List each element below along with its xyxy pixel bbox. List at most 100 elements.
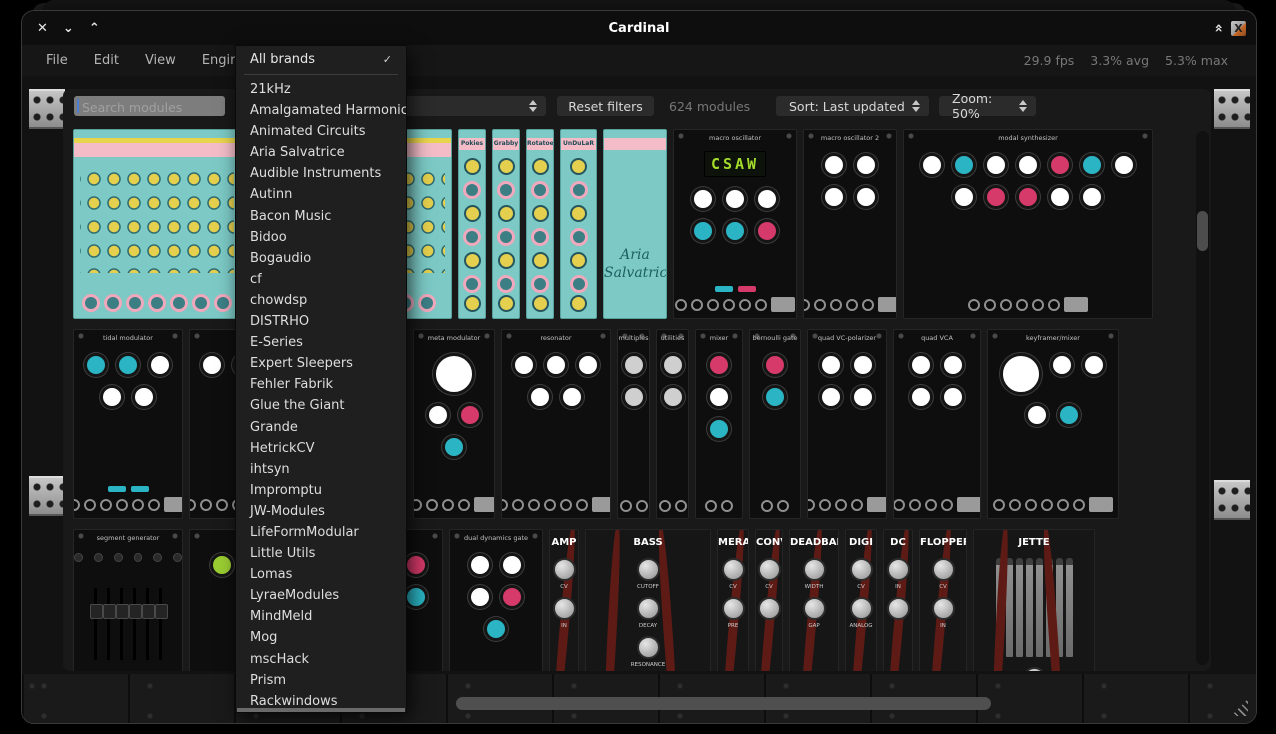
module-card[interactable]: macro oscillatorCSAW <box>673 129 797 319</box>
module-title: CONV <box>756 530 782 548</box>
module-card[interactable]: Pokies <box>458 129 486 319</box>
menu-item-brand[interactable]: Autinn <box>236 184 406 205</box>
led <box>173 553 182 562</box>
knob <box>661 385 685 409</box>
module-card[interactable]: modal synthesizer <box>903 129 1153 319</box>
module-card[interactable]: FLOPPERCVIN <box>919 529 967 671</box>
collapse-icon[interactable]: « <box>1210 23 1226 32</box>
knob <box>819 353 843 377</box>
module-card[interactable]: JETTEV/OCT <box>973 529 1095 671</box>
menu-item-brand[interactable]: E-Series <box>236 332 406 353</box>
knob-label: CUTOFF <box>586 584 710 590</box>
module-card[interactable]: Rotatoes <box>526 129 554 319</box>
menu-item-brand[interactable]: DISTRHO <box>236 311 406 332</box>
module-card[interactable]: Aria Salvatrice <box>603 129 667 319</box>
menu-item-brand[interactable]: Impromptu <box>236 480 406 501</box>
port <box>512 499 524 511</box>
module-card[interactable]: DCIN <box>883 529 913 671</box>
menu-item-brand[interactable]: 21kHz <box>236 79 406 100</box>
menu-item-brand[interactable]: LyraeModules <box>236 585 406 606</box>
module-card[interactable]: bernoulli gate <box>749 329 801 519</box>
menu-item-brand[interactable]: Bogaudio <box>236 248 406 269</box>
search-field[interactable] <box>74 96 225 116</box>
module-card[interactable]: Grabby <box>492 129 520 319</box>
port <box>705 500 717 512</box>
menu-item-brand[interactable]: Bidoo <box>236 227 406 248</box>
port <box>73 499 80 511</box>
menu-item-brand[interactable]: Little Utils <box>236 543 406 564</box>
module-card[interactable]: CONVCV <box>755 529 783 671</box>
port <box>170 294 188 312</box>
menu-scroll-indicator <box>237 708 405 712</box>
reset-filters-button[interactable]: Reset filters <box>557 96 654 116</box>
knob-label: CV <box>846 584 876 590</box>
port <box>84 499 96 511</box>
menu-item-brand[interactable]: LifeFormModular <box>236 522 406 543</box>
knob <box>1080 185 1104 209</box>
led <box>153 553 162 562</box>
module-card[interactable]: quad VC-polarizer <box>807 329 887 519</box>
menu-item-brand[interactable]: Amalgamated Harmonics <box>236 100 406 121</box>
menu-item-all-brands[interactable]: All brands ✓ <box>236 46 406 72</box>
menu-item-brand[interactable]: Bacon Music <box>236 206 406 227</box>
menu-item-brand[interactable]: Prism <box>236 670 406 691</box>
menubar-item-view[interactable]: View <box>145 53 176 68</box>
module-card[interactable]: DEADBANDWIDTHGAP <box>789 529 839 671</box>
fader-bar <box>1036 558 1043 657</box>
module-card[interactable]: MERACVPRE <box>717 529 749 671</box>
fader-bars <box>974 548 1094 657</box>
vertical-scrollbar[interactable] <box>1196 131 1209 665</box>
menubar-item-file[interactable]: File <box>46 53 68 68</box>
module-card[interactable]: BASSCUTOFFDECAYRESONANCEENVMOD <box>585 529 711 671</box>
menu-item-brand[interactable]: cf <box>236 269 406 290</box>
module-title: tidal modulator <box>74 330 182 345</box>
knob <box>637 636 660 659</box>
menu-item-brand[interactable]: Animated Circuits <box>236 121 406 142</box>
port <box>707 299 719 311</box>
menubar-item-edit[interactable]: Edit <box>94 53 119 68</box>
menu-item-brand[interactable]: Lomas <box>236 564 406 585</box>
module-title: utilities <box>657 330 688 345</box>
menu-item-brand[interactable]: mscHack <box>236 649 406 670</box>
module-card[interactable]: meta modulator <box>413 329 495 519</box>
port <box>1041 499 1053 511</box>
module-card[interactable]: mixer <box>695 329 743 519</box>
module-card[interactable]: DIGICVANALOG <box>845 529 877 671</box>
module-card[interactable]: resonator <box>501 329 611 519</box>
module-card[interactable]: keyframer/mixer <box>987 329 1119 519</box>
module-card[interactable]: AMPCVIN <box>549 529 579 671</box>
module-card[interactable]: segment generator <box>73 529 183 671</box>
menu-item-brand[interactable]: HetrickCV <box>236 438 406 459</box>
menu-item-brand[interactable]: Rackwindows <box>236 691 406 708</box>
horizontal-scrollbar-thumb[interactable] <box>456 697 991 710</box>
menu-item-brand[interactable]: ihtsyn <box>236 459 406 480</box>
menu-item-brand[interactable]: Mog <box>236 627 406 648</box>
output-pad <box>771 297 795 312</box>
menu-item-brand[interactable]: Glue the Giant <box>236 395 406 416</box>
module-card[interactable]: utilities <box>656 329 689 519</box>
module-card[interactable]: quad VCA <box>893 329 981 519</box>
menu-item-brand[interactable]: Aria Salvatrice <box>236 142 406 163</box>
module-card[interactable]: macro oscillator 2 <box>803 129 897 319</box>
module-card[interactable]: multiples <box>617 329 650 519</box>
search-input[interactable] <box>80 96 222 118</box>
menu-item-brand[interactable]: Audible Instruments <box>236 163 406 184</box>
menu-item-brand[interactable]: JW-Modules <box>236 501 406 522</box>
knob <box>132 385 156 409</box>
menu-item-brand[interactable]: chowdsp <box>236 290 406 311</box>
knob <box>500 553 524 577</box>
module-card[interactable]: tidal modulator <box>73 329 183 519</box>
port <box>458 499 470 511</box>
module-card[interactable] <box>73 129 241 319</box>
vertical-scrollbar-thumb[interactable] <box>1197 211 1208 251</box>
menu-item-brand[interactable]: Fehler Fabrik <box>236 374 406 395</box>
module-card[interactable]: UnDuLaR <box>560 129 597 319</box>
zoom-select[interactable]: Zoom: 50% <box>939 96 1036 116</box>
sort-select[interactable]: Sort: Last updated <box>776 96 929 116</box>
menu-item-brand[interactable]: Expert Sleepers <box>236 353 406 374</box>
module-title: BASS <box>586 530 710 548</box>
menu-item-brand[interactable]: MindMeld <box>236 606 406 627</box>
knob <box>819 385 843 409</box>
menu-item-brand[interactable]: Grande <box>236 417 406 438</box>
module-card[interactable]: dual dynamics gate <box>449 529 543 671</box>
